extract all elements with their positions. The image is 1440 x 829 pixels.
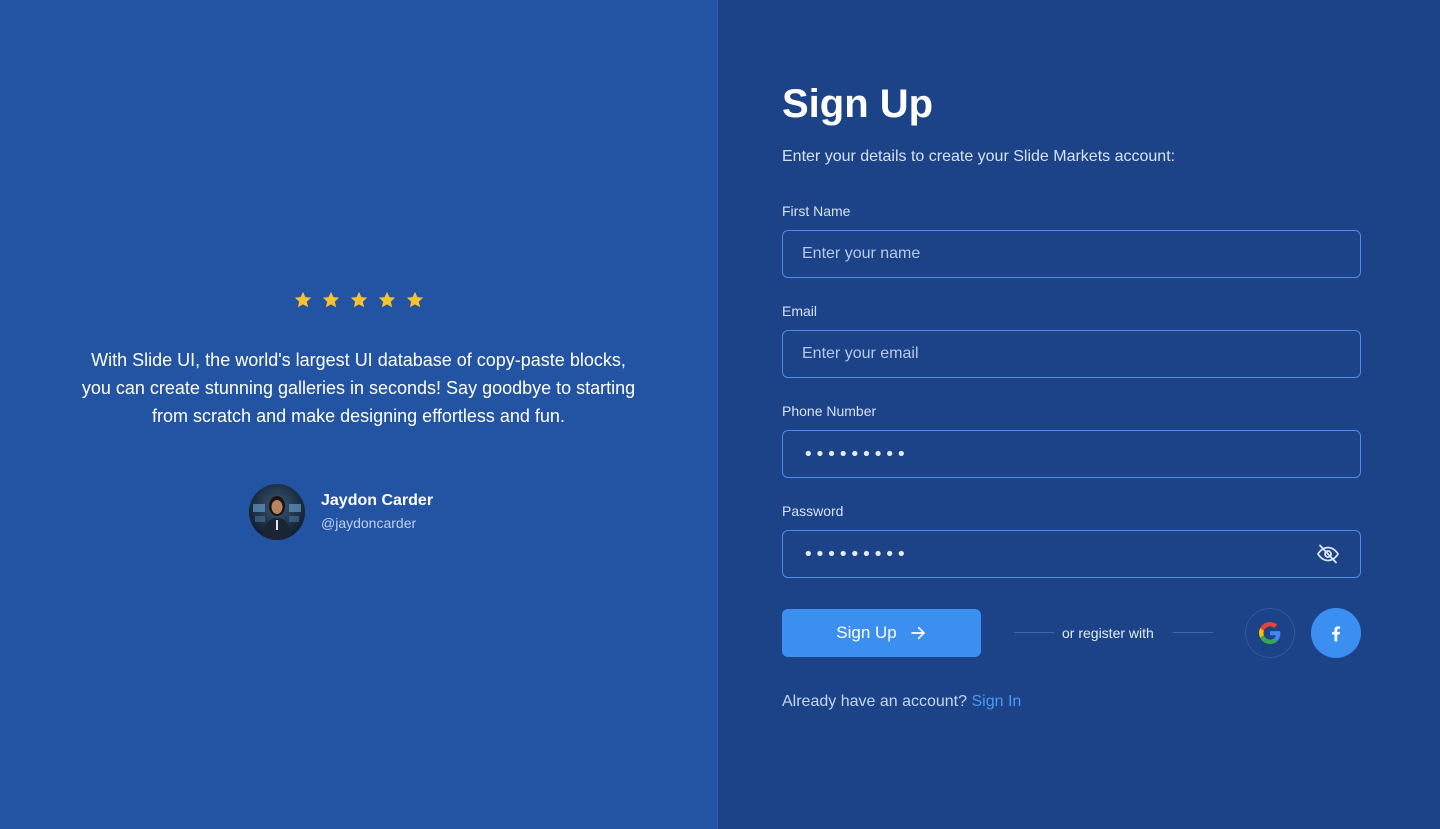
google-signup-button[interactable] — [1245, 608, 1295, 658]
email-input[interactable] — [782, 330, 1361, 378]
star-icon — [378, 291, 395, 308]
author-handle: @jaydoncarder — [321, 515, 417, 531]
star-icon — [294, 291, 311, 308]
phone-input[interactable]: ••••••••• — [782, 430, 1361, 478]
google-icon — [1259, 622, 1281, 644]
testimonial-quote: With Slide UI, the world's largest UI da… — [81, 350, 636, 426]
signup-form-panel: Sign Up Enter your details to create you… — [718, 0, 1440, 829]
phone-label: Phone Number — [782, 403, 877, 419]
author-name: Jaydon Carder — [321, 492, 434, 509]
or-register-text: or register with — [1062, 625, 1154, 641]
email-field: Email — [782, 302, 1361, 378]
phone-field: Phone Number ••••••••• — [782, 402, 1361, 478]
phone-masked-value: ••••••••• — [803, 443, 908, 465]
star-icon — [350, 291, 367, 308]
or-divider-left — [1014, 632, 1054, 633]
password-label: Password — [782, 503, 844, 519]
facebook-signup-button[interactable] — [1311, 608, 1361, 658]
or-divider-right — [1173, 632, 1213, 633]
sign-up-button[interactable]: Sign Up — [782, 609, 981, 657]
first-name-field: First Name — [782, 202, 1361, 278]
email-label: Email — [782, 303, 818, 319]
password-masked-value: ••••••••• — [803, 543, 908, 565]
first-name-input[interactable] — [782, 230, 1361, 278]
star-icon — [322, 291, 339, 308]
page-title: Sign Up — [782, 82, 934, 126]
sign-up-button-label: Sign Up — [836, 623, 897, 642]
avatar — [249, 484, 305, 540]
author-info: Jaydon Carder @jaydoncarder — [321, 491, 433, 533]
password-field: Password ••••••••• — [782, 502, 1361, 578]
signup-form: Sign Up Enter your details to create you… — [782, 80, 1361, 710]
star-icon — [406, 291, 423, 308]
signup-page: With Slide UI, the world's largest UI da… — [0, 0, 1440, 829]
first-name-label: First Name — [782, 203, 851, 219]
testimonial-author: Jaydon Carder @jaydoncarder — [249, 484, 433, 540]
facebook-icon — [1332, 626, 1340, 642]
rating-stars — [0, 290, 717, 310]
eye-off-icon[interactable] — [1316, 542, 1340, 566]
signin-prompt-text: Already have an account? — [782, 693, 968, 710]
form-actions: Sign Up or register with — [782, 608, 1361, 658]
password-input[interactable]: ••••••••• — [782, 530, 1361, 578]
page-subtitle: Enter your details to create your Slide … — [782, 148, 1176, 165]
sign-in-link[interactable]: Sign In — [971, 693, 1021, 710]
testimonial-panel: With Slide UI, the world's largest UI da… — [0, 0, 717, 829]
signin-prompt-row: Already have an account? Sign In — [782, 692, 1021, 712]
arrow-right-icon — [910, 626, 925, 640]
